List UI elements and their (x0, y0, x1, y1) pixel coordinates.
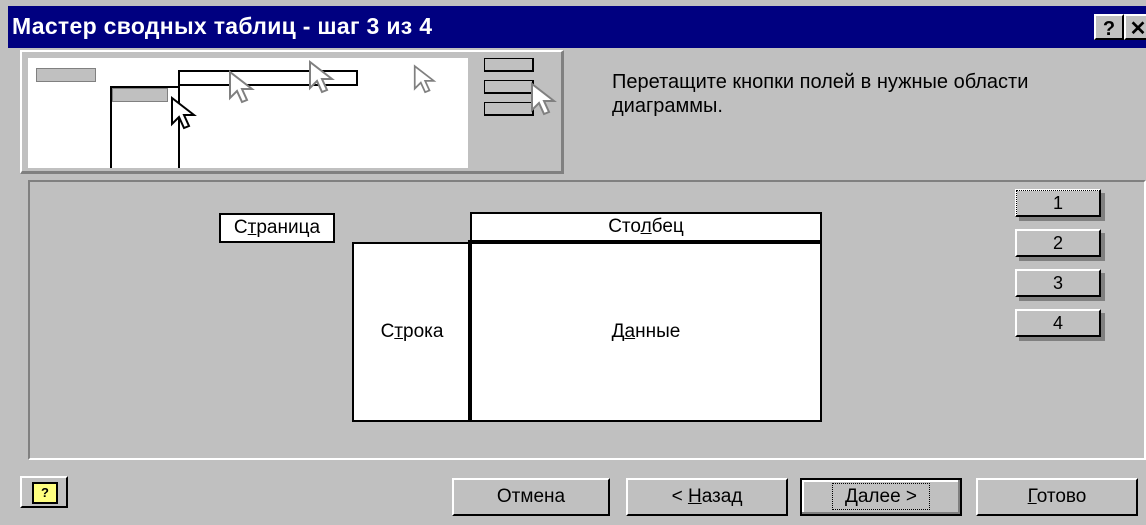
row-label: Строка (380, 321, 444, 342)
title-close-button[interactable]: ✕ (1124, 14, 1146, 40)
field-button-3[interactable]: 3 (1015, 269, 1101, 297)
next-button[interactable]: Далее > (800, 478, 962, 516)
cursor-arrow-icon (309, 60, 335, 94)
data-drop-zone[interactable]: Данные (468, 240, 822, 422)
title-help-button[interactable]: ? (1094, 14, 1124, 40)
pivot-layout-area: Страница Столбец Строка Данные 1 2 3 4 (28, 180, 1146, 460)
preview-field-button (484, 58, 534, 72)
data-label: Данные (611, 321, 681, 342)
column-drop-zone[interactable]: Столбец (470, 212, 822, 242)
column-label: Столбец (608, 216, 684, 237)
preview-canvas (28, 58, 468, 168)
title-bar[interactable]: Мастер сводных таблиц - шаг 3 из 4 ? ✕ (8, 6, 1146, 48)
help-button[interactable]: ? (20, 476, 68, 508)
preview-field-button (484, 80, 534, 94)
preview-divider (356, 70, 358, 86)
page-label: Страница (233, 217, 321, 238)
field-button-4[interactable]: 4 (1015, 309, 1101, 337)
page-drop-zone[interactable]: Страница (219, 213, 335, 243)
preview-row-button (112, 88, 168, 102)
pivot-wizard-dialog: Мастер сводных таблиц - шаг 3 из 4 ? ✕ П… (0, 0, 1146, 525)
field-button-1[interactable]: 1 (1015, 189, 1101, 217)
cursor-arrow-icon (413, 64, 437, 94)
back-button[interactable]: < Назад (626, 478, 788, 516)
close-icon: ✕ (1129, 18, 1146, 40)
window-title: Мастер сводных таблиц - шаг 3 из 4 (12, 13, 433, 39)
help-icon: ? (1102, 18, 1116, 40)
finish-button[interactable]: Готово (976, 478, 1138, 516)
row-drop-zone[interactable]: Строка (352, 242, 470, 422)
cursor-arrow-icon (171, 96, 197, 130)
help-icon: ? (32, 482, 58, 504)
cursor-arrow-icon (531, 82, 557, 116)
preview-field-button (484, 102, 534, 116)
cancel-button[interactable]: Отмена (452, 478, 610, 516)
field-button-2[interactable]: 2 (1015, 229, 1101, 257)
instruction-text: Перетащите кнопки полей в нужные области… (612, 71, 1029, 117)
preview-page-box (36, 68, 96, 82)
layout-preview-illustration (20, 50, 564, 174)
cursor-arrow-icon (229, 70, 255, 104)
